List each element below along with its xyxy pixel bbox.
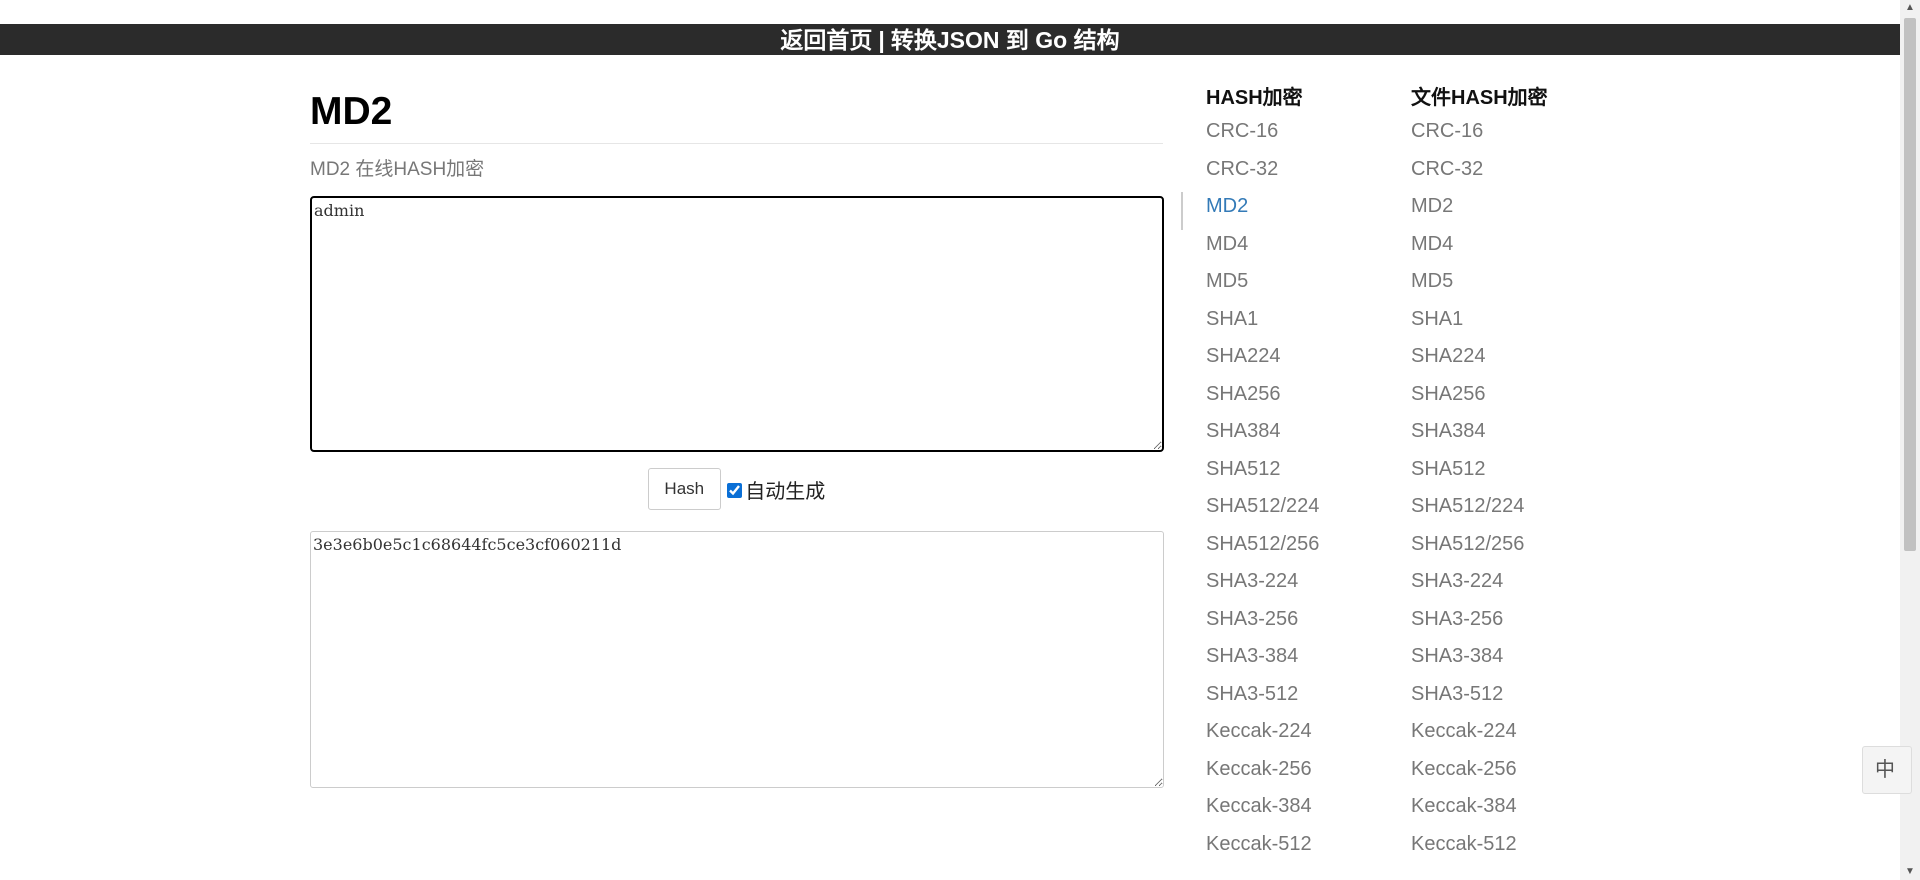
file-hash-link-item[interactable]: SHA3-512 <box>1411 681 1548 719</box>
file-hash-link-item[interactable]: MD4 <box>1411 231 1548 269</box>
hash-link-item[interactable]: Keccak-512 <box>1206 831 1319 869</box>
hash-link-item[interactable]: CRC-16 <box>1206 118 1319 156</box>
hash-controls: Hash 自动生成 <box>310 468 1163 510</box>
hash-link-item[interactable]: SHA1 <box>1206 306 1319 344</box>
hash-link-item[interactable]: SHA3-256 <box>1206 606 1319 644</box>
file-hash-column-heading: 文件HASH加密 <box>1411 87 1548 109</box>
auto-generate-label: 自动生成 <box>745 480 826 503</box>
page-subtitle: MD2 在线HASH加密 <box>310 159 485 180</box>
file-hash-link-item[interactable]: Keccak-224 <box>1411 718 1548 756</box>
hash-link-item[interactable]: SHA512/256 <box>1206 531 1319 569</box>
file-hash-link-item[interactable]: SHA384 <box>1411 418 1548 456</box>
file-hash-link-item[interactable]: SHA3-224 <box>1411 568 1548 606</box>
active-item-marker <box>1181 192 1183 230</box>
hash-button[interactable]: Hash <box>647 468 721 510</box>
top-navigation-bar: 返回首页 | 转换JSON 到 Go 结构 <box>0 24 1900 55</box>
hash-link-item[interactable]: Keccak-384 <box>1206 793 1319 831</box>
file-hash-link-item[interactable]: MD2 <box>1411 193 1548 231</box>
hash-link-item[interactable]: SHA3-512 <box>1206 681 1319 719</box>
auto-generate-checkbox[interactable] <box>727 482 743 498</box>
file-hash-link-item[interactable]: Keccak-256 <box>1411 756 1548 794</box>
file-hash-link-item[interactable]: Keccak-384 <box>1411 793 1548 831</box>
file-hash-link-item[interactable]: SHA256 <box>1411 381 1548 419</box>
main-content: MD2 MD2 在线HASH加密 admin Hash 自动生成 3e3e6b0… <box>310 85 1164 788</box>
hash-link-item[interactable]: SHA224 <box>1206 343 1319 381</box>
title-divider <box>310 143 1163 144</box>
scroll-up-arrow-icon[interactable]: ▲ <box>1900 0 1920 16</box>
hash-link-item[interactable]: SHA512/224 <box>1206 493 1319 531</box>
file-hash-link-item[interactable]: CRC-32 <box>1411 156 1548 194</box>
json-to-go-link[interactable]: 转换JSON 到 Go 结构 <box>891 27 1120 53</box>
home-link[interactable]: 返回首页 <box>780 27 872 53</box>
scrollbar-thumb[interactable] <box>1904 18 1916 551</box>
file-hash-algorithm-list: CRC-16 CRC-32 MD2 MD4 MD5 SHA1 SHA224 SHA256 SHA… <box>1411 118 1548 868</box>
hash-link-item[interactable]: SHA3-384 <box>1206 643 1319 681</box>
scroll-down-arrow-icon[interactable]: ▼ <box>1900 864 1920 880</box>
hash-link-item[interactable]: Keccak-224 <box>1206 718 1319 756</box>
auto-generate-option[interactable]: 自动生成 <box>727 475 825 504</box>
file-hash-link-item[interactable]: MD5 <box>1411 268 1548 306</box>
hash-link-item[interactable]: MD4 <box>1206 231 1319 269</box>
file-hash-link-item[interactable]: CRC-16 <box>1411 118 1548 156</box>
hash-link-item[interactable]: MD5 <box>1206 268 1319 306</box>
ime-indicator[interactable]: 中 <box>1862 746 1912 794</box>
hash-link-item[interactable]: Keccak-256 <box>1206 756 1319 794</box>
hash-algorithm-list: CRC-16 CRC-32 MD2 MD4 MD5 SHA1 SHA224 SHA256 SHA… <box>1206 118 1319 868</box>
file-hash-link-item[interactable]: SHA1 <box>1411 306 1548 344</box>
file-hash-link-item[interactable]: SHA512/224 <box>1411 493 1548 531</box>
hash-algorithms-column: HASH加密 CRC-16 CRC-32 MD2 MD4 MD5 SHA1 SHA224 SH… <box>1206 85 1319 868</box>
file-hash-link-item[interactable]: SHA512 <box>1411 456 1548 494</box>
file-hash-link-item[interactable]: SHA3-384 <box>1411 643 1548 681</box>
file-hash-link-item[interactable]: Keccak-512 <box>1411 831 1548 869</box>
hash-link-item[interactable]: SHA256 <box>1206 381 1319 419</box>
hash-link-item[interactable]: SHA384 <box>1206 418 1319 456</box>
hash-link-item[interactable]: SHA512 <box>1206 456 1319 494</box>
hash-input-textarea[interactable]: admin <box>310 196 1164 452</box>
file-hash-link-item[interactable]: SHA3-256 <box>1411 606 1548 644</box>
nav-separator: | <box>878 27 885 53</box>
hash-column-heading: HASH加密 <box>1206 87 1303 109</box>
hash-link-item[interactable]: CRC-32 <box>1206 156 1319 194</box>
file-hash-link-item[interactable]: SHA512/256 <box>1411 531 1548 569</box>
hash-link-item[interactable]: SHA3-224 <box>1206 568 1319 606</box>
file-hash-algorithms-column: 文件HASH加密 CRC-16 CRC-32 MD2 MD4 MD5 SHA1 SHA224… <box>1411 85 1548 868</box>
hash-link-item[interactable]: MD2 <box>1206 193 1319 231</box>
page-title: MD2 <box>310 90 393 133</box>
file-hash-link-item[interactable]: SHA224 <box>1411 343 1548 381</box>
hash-output-textarea[interactable]: 3e3e6b0e5c1c68644fc5ce3cf060211d <box>310 531 1164 788</box>
